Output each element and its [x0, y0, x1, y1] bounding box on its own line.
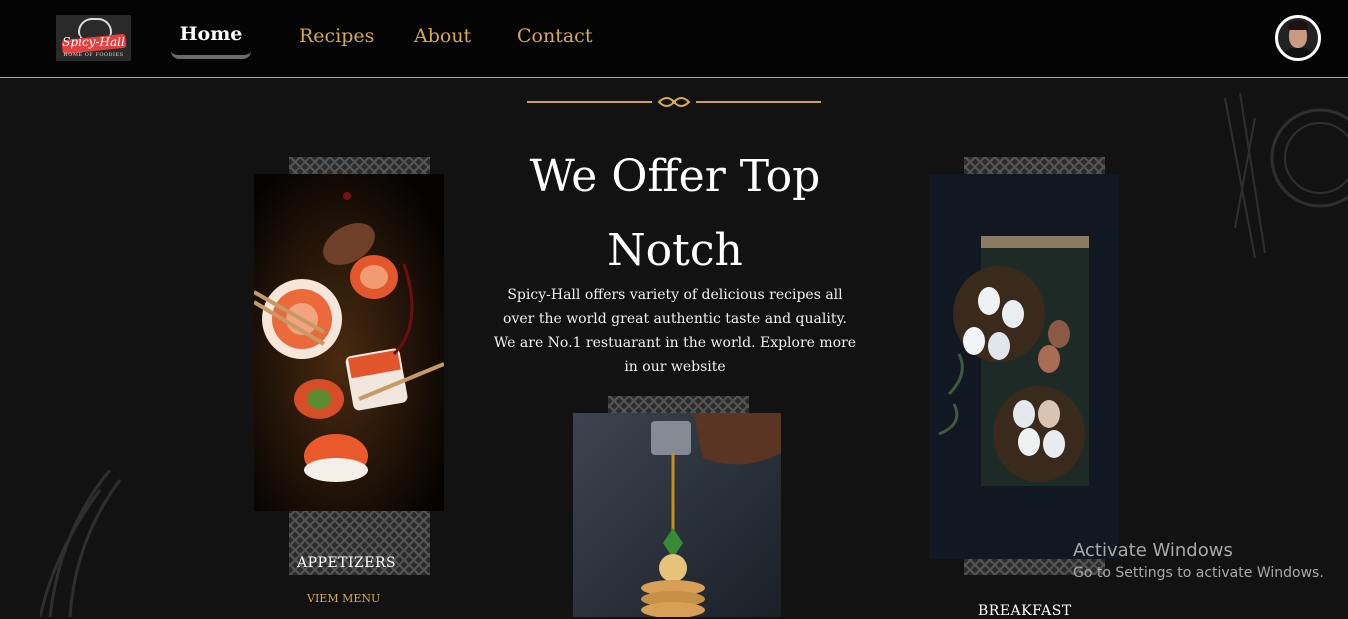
windows-activation-watermark: Activate Windows Go to Settings to activ…	[1073, 540, 1324, 581]
avatar-body	[1282, 48, 1314, 58]
logo-tagline: HOME OF FOODIES	[63, 52, 124, 58]
eggs-image	[929, 174, 1119, 559]
nav-home-link[interactable]: Home	[171, 17, 251, 59]
view-menu-link[interactable]: VIEM MENU	[307, 592, 380, 605]
sushi-image	[254, 174, 444, 511]
category-label-appetizers: APPETIZERS	[297, 555, 397, 571]
background-whisk-icon	[40, 470, 122, 617]
hero-description: Spicy-Hall offers variety of delicious r…	[493, 287, 857, 375]
logo-name: Spicy-Hall	[62, 35, 125, 49]
background-sketch-icon	[1224, 92, 1348, 259]
watermark-subtitle: Go to Settings to activate Windows.	[1073, 565, 1324, 581]
avatar-hair	[1288, 21, 1308, 30]
nav-recipes-link[interactable]: Recipes	[299, 25, 374, 47]
pancake-image	[573, 413, 781, 617]
nav-contact-link[interactable]: Contact	[517, 25, 592, 47]
brand-logo[interactable]: Spicy-Hall HOME OF FOODIES	[56, 15, 131, 61]
watermark-title: Activate Windows	[1073, 540, 1233, 561]
hero-heading-line1: We Offer Top	[529, 151, 821, 202]
hero-heading: We Offer Top Notch	[470, 140, 880, 288]
ornament-divider-icon	[527, 97, 821, 107]
hero-heading-line2: Notch	[607, 225, 743, 276]
nav-about-link[interactable]: About	[414, 25, 471, 47]
user-avatar[interactable]	[1275, 15, 1321, 61]
navbar: Spicy-Hall HOME OF FOODIES Home Recipes …	[0, 0, 1348, 78]
